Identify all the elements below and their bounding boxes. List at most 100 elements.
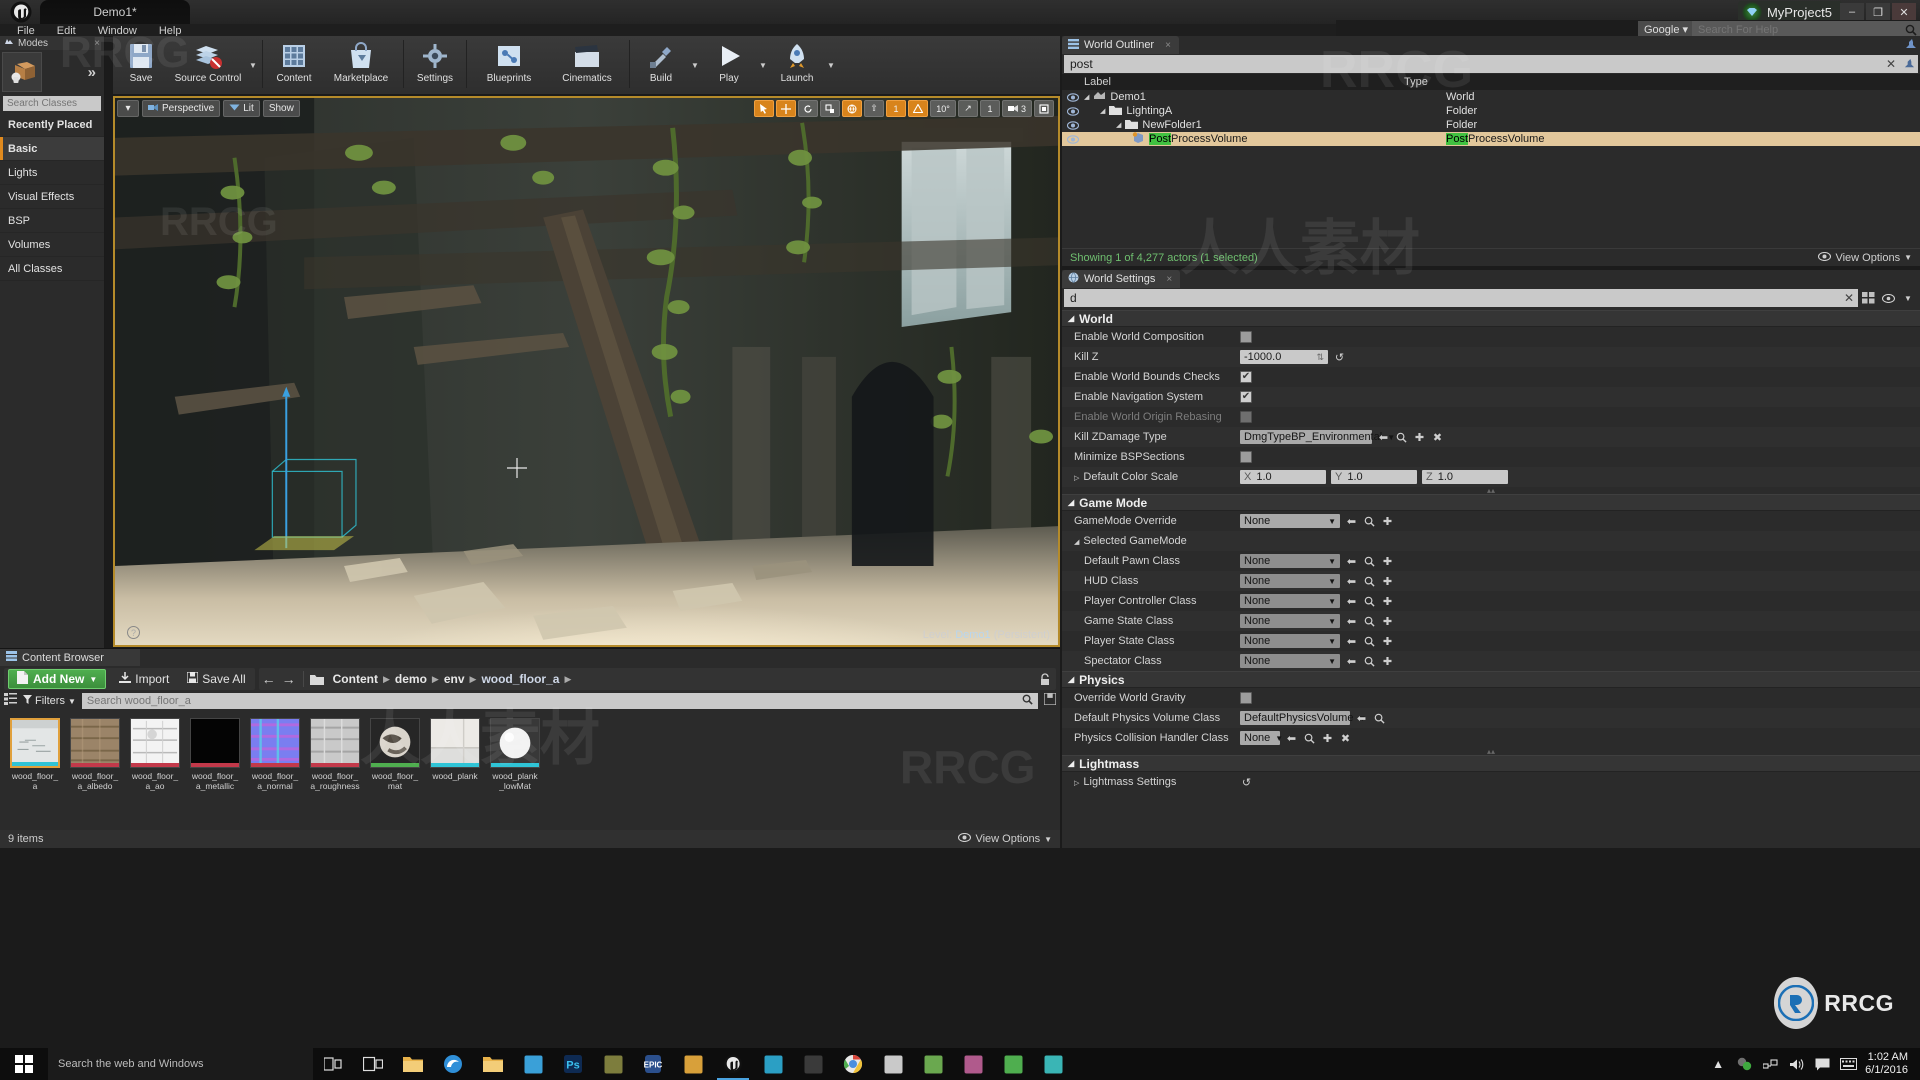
browse-icon[interactable]: [1363, 575, 1376, 588]
teal-app-icon[interactable]: [1033, 1048, 1073, 1080]
breadcrumb-env[interactable]: env: [439, 672, 470, 686]
folder-icon[interactable]: [473, 1048, 513, 1080]
add-new-button[interactable]: Add New ▼: [8, 669, 107, 689]
world-space-button[interactable]: [842, 100, 862, 117]
outliner-row[interactable]: PostProcessVolume PostProcessVolume: [1062, 131, 1920, 146]
import-button[interactable]: Import: [110, 668, 178, 690]
settings-row[interactable]: GameMode Override None ▼ ⬅ ✚: [1062, 511, 1920, 531]
reset-arrow-icon[interactable]: ⬅: [1345, 515, 1358, 528]
maximize-button[interactable]: ❐: [1866, 3, 1890, 21]
settings-row[interactable]: ▷ Lightmass Settings ↺: [1062, 772, 1920, 792]
back-button[interactable]: ←: [259, 668, 279, 690]
asset-thumbnail[interactable]: [190, 718, 240, 768]
asset-thumbnail[interactable]: [370, 718, 420, 768]
settings-row[interactable]: ◢ Selected GameMode: [1062, 531, 1920, 551]
settings-row[interactable]: Default Physics Volume Class DefaultPhysi…: [1062, 708, 1920, 728]
settings-row[interactable]: Enable World Composition: [1062, 327, 1920, 347]
task-view-icon[interactable]: [353, 1048, 393, 1080]
checkbox[interactable]: [1240, 411, 1252, 423]
cinematics-button[interactable]: Cinematics: [548, 36, 626, 94]
settings-category-game-mode[interactable]: ◢ Game Mode: [1062, 494, 1920, 511]
edge-icon[interactable]: [433, 1048, 473, 1080]
marketplace-button[interactable]: Marketplace: [322, 36, 400, 94]
outliner-row[interactable]: ◢ NewFolder1 Folder: [1062, 118, 1920, 132]
forward-button[interactable]: →: [279, 668, 299, 690]
modes-item-all-classes[interactable]: All Classes: [0, 257, 104, 281]
close-icon[interactable]: ×: [1165, 40, 1171, 51]
lock-icon[interactable]: [1034, 668, 1056, 690]
android-icon[interactable]: [913, 1048, 953, 1080]
browse-icon[interactable]: [1395, 431, 1408, 444]
angle-snap-button[interactable]: [908, 100, 928, 117]
settings-scroll-area[interactable]: ◢ World Enable World Composition Kill Z -100…: [1062, 310, 1920, 848]
keyboard-icon[interactable]: [1839, 1055, 1857, 1073]
scale-snap-value[interactable]: 1: [980, 100, 1000, 117]
expander-icon[interactable]: ◢: [1116, 121, 1121, 129]
view-type-icon[interactable]: [4, 692, 17, 710]
settings-row[interactable]: Player State Class None ▼ ⬅ ✚: [1062, 631, 1920, 651]
chrome-icon[interactable]: [833, 1048, 873, 1080]
network-icon[interactable]: [1761, 1055, 1779, 1073]
volume-icon[interactable]: [1787, 1055, 1805, 1073]
show-hidden-icons-icon[interactable]: ▲: [1709, 1055, 1727, 1073]
expander-icon[interactable]: ◢: [1074, 539, 1079, 546]
asset-thumbnail[interactable]: [430, 718, 480, 768]
display-options-icon[interactable]: [1858, 289, 1878, 307]
expander-icon[interactable]: ◢: [1084, 93, 1089, 101]
expander-icon[interactable]: ◢: [1100, 107, 1105, 115]
reset-arrow-icon[interactable]: ⬅: [1355, 712, 1368, 725]
app-olive-icon[interactable]: [593, 1048, 633, 1080]
browse-icon[interactable]: [1363, 595, 1376, 608]
splitter-handle[interactable]: ▴▴: [1062, 747, 1920, 756]
translate-mode-button[interactable]: [776, 100, 796, 117]
spinner-icon[interactable]: ⇅: [1316, 352, 1324, 363]
breadcrumb-demo[interactable]: demo: [390, 672, 432, 686]
world-outliner-tab[interactable]: World Outliner ×: [1062, 36, 1179, 54]
unreal-editor-icon[interactable]: [713, 1048, 753, 1080]
settings-row[interactable]: HUD Class None ▼ ⬅ ✚: [1062, 571, 1920, 591]
store-icon[interactable]: [513, 1048, 553, 1080]
checkbox[interactable]: ✔: [1240, 371, 1252, 383]
scale-mode-button[interactable]: [820, 100, 840, 117]
class-picker-readonly[interactable]: None ▼: [1240, 634, 1340, 648]
use-selected-icon[interactable]: ✚: [1413, 431, 1426, 444]
class-picker[interactable]: None ▼: [1240, 731, 1283, 745]
asset-tile[interactable]: wood_plank_lowMat: [490, 718, 540, 791]
question-mark-icon[interactable]: ?: [127, 626, 140, 639]
settings-row[interactable]: Game State Class None ▼ ⬅ ✚: [1062, 611, 1920, 631]
checkbox[interactable]: ✔: [1240, 391, 1252, 403]
use-selected-icon[interactable]: ✚: [1381, 515, 1394, 528]
asset-thumbnail[interactable]: [310, 718, 360, 768]
reset-arrow-icon[interactable]: ⬅: [1345, 655, 1358, 668]
sync-icon[interactable]: [1735, 1055, 1753, 1073]
use-selected-icon[interactable]: ✚: [1381, 575, 1394, 588]
expander-icon[interactable]: ▷: [1074, 780, 1079, 787]
class-search-field[interactable]: [3, 96, 149, 111]
build-button[interactable]: Build: [633, 36, 689, 94]
asset-tile[interactable]: wood_floor_a_metallic: [190, 718, 240, 791]
modes-item-volumes[interactable]: Volumes: [0, 233, 104, 257]
vector-y-field[interactable]: Y 1.0: [1331, 470, 1417, 484]
level-viewport[interactable]: ▾ Perspective Lit Show ⇧ 1 10° ↗ 1 3 ? L…: [113, 96, 1060, 647]
reset-to-default-icon[interactable]: ↺: [1240, 776, 1253, 789]
minimize-button[interactable]: –: [1840, 3, 1864, 21]
save-search-icon[interactable]: [1043, 692, 1057, 710]
settings-row[interactable]: Player Controller Class None ▼ ⬅ ✚: [1062, 591, 1920, 611]
reset-arrow-icon[interactable]: ⬅: [1285, 732, 1298, 745]
chevron-down-icon[interactable]: ▼: [689, 36, 701, 94]
asset-picker[interactable]: DmgTypeBP_Environmental ▼: [1240, 430, 1395, 444]
browse-icon[interactable]: [1363, 555, 1376, 568]
epic-games-icon[interactable]: EPIC: [633, 1048, 673, 1080]
expand-modes-icon[interactable]: »: [88, 64, 102, 81]
reset-arrow-icon[interactable]: ⬅: [1345, 575, 1358, 588]
class-picker-readonly[interactable]: None ▼: [1240, 594, 1340, 608]
settings-eye-icon[interactable]: [1878, 289, 1898, 307]
world-settings-tab[interactable]: World Settings ×: [1062, 270, 1181, 288]
reset-arrow-icon[interactable]: ⬅: [1345, 555, 1358, 568]
browse-icon[interactable]: [1303, 732, 1316, 745]
level-tab[interactable]: Demo1*: [40, 0, 190, 24]
chevron-down-icon[interactable]: ▼: [825, 36, 837, 94]
asset-thumbnail[interactable]: [490, 718, 540, 768]
checkbox[interactable]: [1240, 692, 1252, 704]
settings-category-world[interactable]: ◢ World: [1062, 310, 1920, 327]
